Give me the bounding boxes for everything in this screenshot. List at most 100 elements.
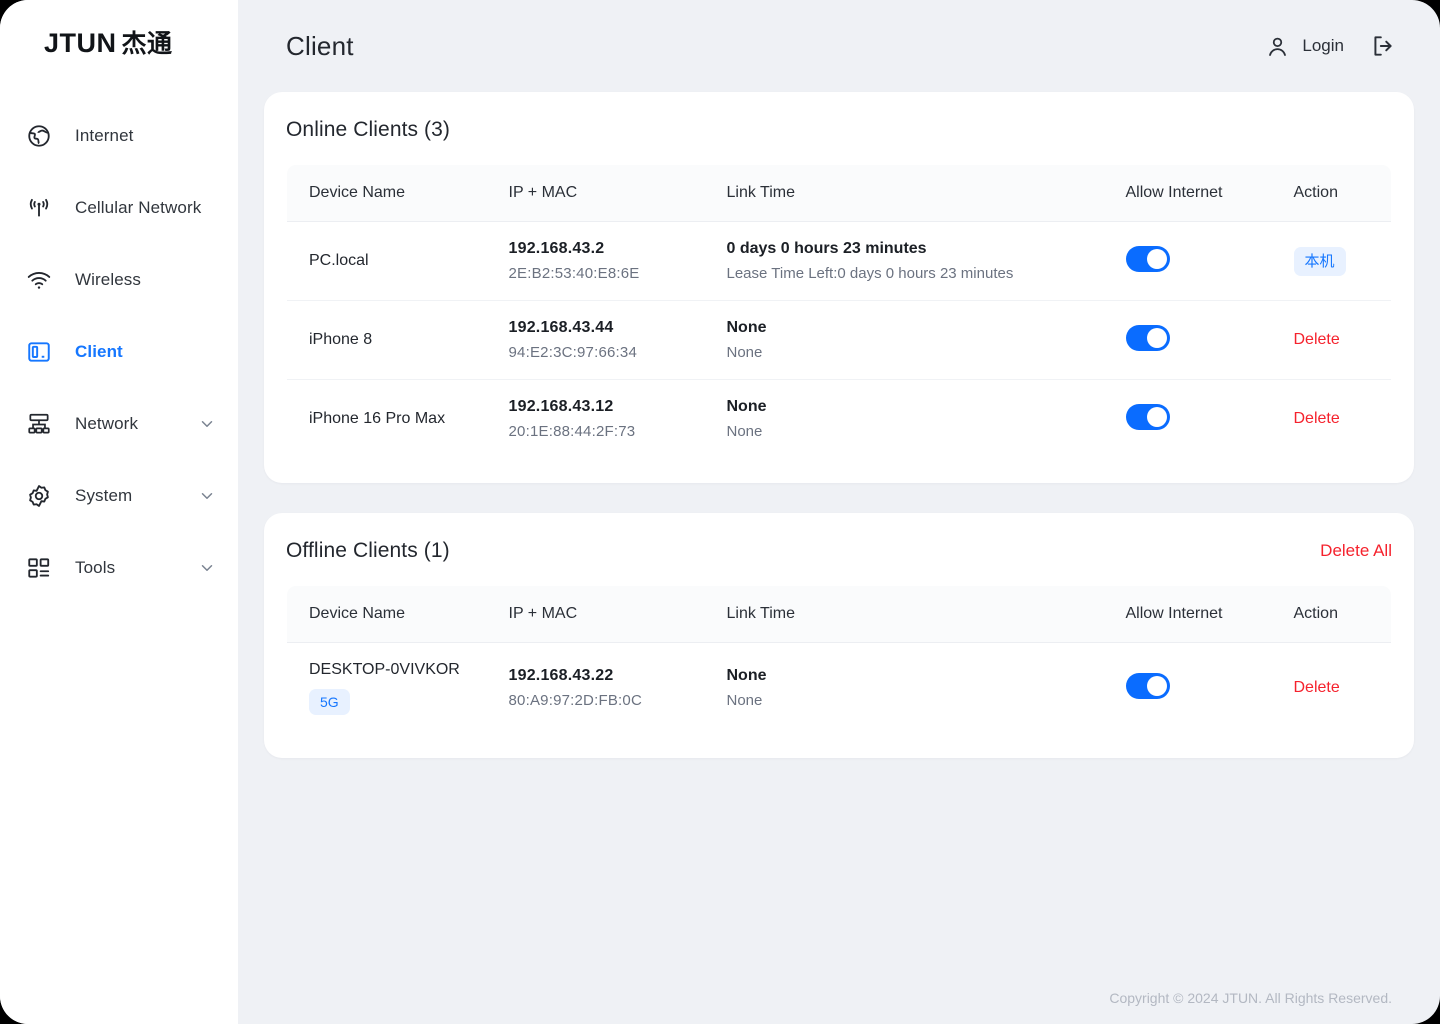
lease-time-left: Lease Time Left:0 days 0 hours 23 minute…	[726, 265, 1014, 282]
offline-clients-table: Device Name IP + MAC Link Time Allow Int…	[286, 585, 1392, 734]
device-ip: 192.168.43.22	[508, 667, 614, 684]
device-mac: 20:1E:88:44:2F:73	[508, 423, 636, 440]
allow-internet-toggle[interactable]	[1125, 672, 1170, 699]
app-window: JTUN 杰通 Internet Cellular Network Wirele…	[0, 0, 1440, 1024]
logout-icon	[1370, 33, 1396, 59]
topbar: Client Login	[238, 0, 1440, 92]
link-time: 0 days 0 hours 23 minutes	[726, 240, 927, 257]
sitemap-icon	[22, 407, 56, 441]
column-header-ip-mac: IP + MAC	[486, 586, 705, 643]
table-header: Device Name IP + MAC Link Time Allow Int…	[287, 586, 1391, 643]
delete-button[interactable]: Delete	[1294, 679, 1340, 696]
offline-clients-header: Offline Clients (1) Delete All	[286, 537, 1392, 585]
antenna-icon	[22, 191, 56, 225]
table-row: iPhone 16 Pro Max 192.168.43.12 20:1E:88…	[287, 380, 1392, 459]
sidebar-item-label: Wireless	[75, 270, 141, 289]
sidebar-item-wireless[interactable]: Wireless	[0, 244, 238, 316]
table-row: PC.local 192.168.43.2 2E:B2:53:40:E8:6E …	[287, 221, 1391, 301]
toggle-knob	[1146, 406, 1167, 427]
table-row: iPhone 8 192.168.43.44 94:E2:3C:97:66:34…	[287, 300, 1391, 380]
sidebar-item-label: Internet	[75, 126, 134, 145]
cell-action: Delete	[1272, 380, 1392, 459]
cell-action: Delete	[1272, 643, 1392, 734]
cell-device-name: PC.local	[287, 221, 487, 301]
toggle-knob	[1146, 675, 1167, 696]
device-name: DESKTOP-0VIVKOR	[309, 661, 460, 678]
sidebar-item-network[interactable]: Network	[0, 388, 238, 460]
wifi-icon	[22, 263, 56, 297]
login-label: Login	[1302, 36, 1344, 55]
cell-device-name: iPhone 8	[287, 300, 487, 380]
sidebar-item-label: Client	[75, 342, 123, 361]
device-name: iPhone 8	[309, 331, 373, 348]
sidebar-item-label: System	[75, 486, 133, 505]
devices-icon	[22, 335, 56, 369]
cell-link-time: None None	[705, 380, 1104, 459]
column-header-action: Action	[1271, 165, 1391, 222]
toggle-knob	[1146, 248, 1167, 269]
chevron-down-icon	[198, 487, 216, 505]
cell-ip-mac: 192.168.43.2 2E:B2:53:40:E8:6E	[486, 221, 705, 301]
sidebar: JTUN 杰通 Internet Cellular Network Wirele…	[0, 0, 238, 1024]
delete-button[interactable]: Delete	[1294, 410, 1340, 427]
column-header-link-time: Link Time	[704, 165, 1104, 222]
cell-ip-mac: 192.168.43.22 80:A9:97:2D:FB:0C	[487, 643, 705, 734]
footer-copyright: Copyright © 2024 JTUN. All Rights Reserv…	[1109, 990, 1392, 1006]
main-area: Client Login Online Clients (3) Device N…	[238, 0, 1440, 1024]
cell-link-time: None None	[705, 643, 1104, 734]
allow-internet-toggle[interactable]	[1125, 403, 1170, 430]
cell-allow-internet	[1103, 300, 1272, 380]
online-clients-table: Device Name IP + MAC Link Time Allow Int…	[286, 164, 1392, 459]
cell-allow-internet	[1103, 221, 1272, 301]
delete-button[interactable]: Delete	[1294, 331, 1340, 348]
device-ip: 192.168.43.44	[508, 319, 614, 336]
device-name: PC.local	[309, 252, 369, 269]
column-header-action: Action	[1271, 586, 1391, 643]
sidebar-item-system[interactable]: System	[0, 460, 238, 532]
local-device-badge: 本机	[1293, 246, 1346, 276]
brand-logo-text: JTUN 杰通	[44, 24, 173, 60]
login-button[interactable]: Login	[1265, 34, 1344, 59]
grid-icon	[22, 551, 56, 585]
link-time: None	[726, 398, 767, 415]
sidebar-item-label: Tools	[75, 558, 116, 577]
device-ip: 192.168.43.12	[508, 398, 614, 415]
lease-time-left: None	[726, 344, 763, 361]
offline-clients-card: Offline Clients (1) Delete All Device Na…	[264, 513, 1414, 758]
delete-all-button[interactable]: Delete All	[1320, 541, 1392, 561]
cell-device-name: iPhone 16 Pro Max	[287, 380, 487, 459]
band-badge: 5G	[309, 689, 350, 715]
offline-clients-title: Offline Clients (1)	[286, 539, 450, 562]
sidebar-item-client[interactable]: Client	[0, 316, 238, 388]
device-mac: 94:E2:3C:97:66:34	[508, 344, 637, 361]
brand-name-cn: 杰通	[121, 30, 173, 58]
table-row: DESKTOP-0VIVKOR 5G 192.168.43.22 80:A9:9…	[287, 643, 1392, 734]
user-icon	[1265, 34, 1290, 59]
sidebar-item-internet[interactable]: Internet	[0, 100, 238, 172]
online-clients-title: Online Clients (3)	[286, 118, 451, 141]
sidebar-item-cellular-network[interactable]: Cellular Network	[0, 172, 238, 244]
content: Online Clients (3) Device Name IP + MAC …	[238, 92, 1440, 758]
sidebar-item-label: Cellular Network	[75, 198, 202, 217]
column-header-ip-mac: IP + MAC	[486, 165, 705, 222]
offline-clients-body: DESKTOP-0VIVKOR 5G 192.168.43.22 80:A9:9…	[287, 643, 1392, 734]
cell-ip-mac: 192.168.43.44 94:E2:3C:97:66:34	[486, 300, 705, 380]
allow-internet-toggle[interactable]	[1125, 324, 1170, 351]
cell-link-time: 0 days 0 hours 23 minutes Lease Time Lef…	[704, 221, 1104, 301]
allow-internet-toggle[interactable]	[1125, 245, 1170, 272]
sidebar-item-tools[interactable]: Tools	[0, 532, 238, 604]
link-time: None	[726, 667, 767, 684]
chevron-down-icon	[198, 415, 216, 433]
gear-icon	[22, 479, 56, 513]
device-name: iPhone 16 Pro Max	[309, 410, 446, 427]
brand-logo[interactable]: JTUN 杰通	[0, 0, 238, 84]
device-mac: 80:A9:97:2D:FB:0C	[508, 692, 642, 709]
globe-icon	[22, 119, 56, 153]
toggle-knob	[1146, 327, 1167, 348]
cell-action: Delete	[1271, 300, 1391, 380]
column-header-device-name: Device Name	[287, 586, 487, 643]
table-header: Device Name IP + MAC Link Time Allow Int…	[287, 165, 1391, 222]
column-header-device-name: Device Name	[287, 165, 487, 222]
logout-button[interactable]	[1370, 33, 1396, 59]
column-header-allow-internet: Allow Internet	[1103, 586, 1272, 643]
